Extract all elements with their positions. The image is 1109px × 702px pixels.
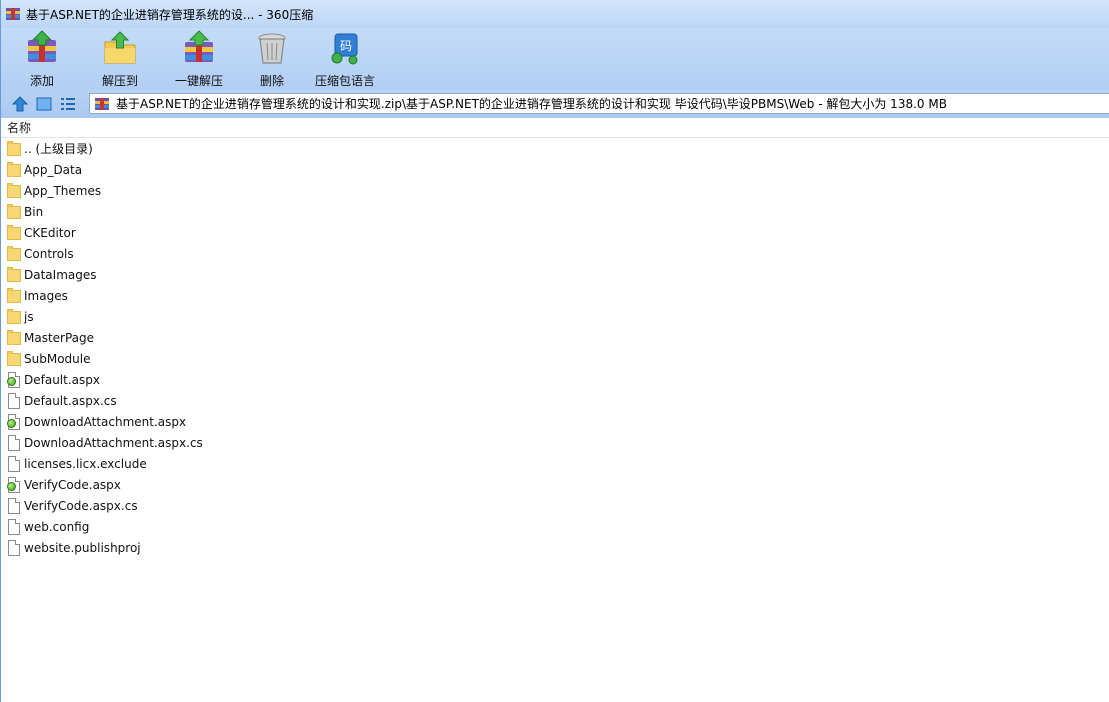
delete-icon xyxy=(254,30,290,66)
file-row[interactable]: licenses.licx.exclude xyxy=(1,453,1109,474)
one-click-extract-button-label: 一键解压 xyxy=(174,74,223,88)
up-arrow-icon[interactable] xyxy=(10,94,30,114)
folder-row[interactable]: CKEditor xyxy=(1,222,1109,243)
file-row[interactable]: DownloadAttachment.aspx.cs xyxy=(1,432,1109,453)
file-row[interactable]: VerifyCode.aspx.cs xyxy=(1,495,1109,516)
folder-row[interactable]: MasterPage xyxy=(1,327,1109,348)
folder-icon xyxy=(7,329,21,346)
file-list: .. (上级目录) App_Data App_Themes Bin CKEditor Co… xyxy=(1,138,1109,558)
folder-row[interactable]: js xyxy=(1,306,1109,327)
path-field[interactable]: 基于ASP.NET的企业进销存管理系统的设计和实现.zip\基于ASP.NET的… xyxy=(89,93,1109,114)
file-name: web.config xyxy=(24,519,90,534)
column-header-name[interactable]: 名称 xyxy=(1,118,1109,138)
file-name: Controls xyxy=(24,246,74,261)
svg-text:码: 码 xyxy=(340,39,352,53)
file-name: VerifyCode.aspx xyxy=(24,477,121,492)
file-name: App_Themes xyxy=(24,183,102,198)
folder-row[interactable]: DataImages xyxy=(1,264,1109,285)
one-click-extract-button[interactable]: 一键解压 xyxy=(169,28,229,88)
file-name: SubModule xyxy=(24,351,91,366)
extract-to-button[interactable]: 解压到 xyxy=(95,28,145,88)
app-logo-icon xyxy=(5,6,21,22)
aspx-file-icon xyxy=(7,371,21,388)
aspx-file-icon xyxy=(7,476,21,493)
file-name: CKEditor xyxy=(24,225,76,240)
file-icon xyxy=(7,518,21,535)
title-bar[interactable]: 基于ASP.NET的企业进销存管理系统的设... - 360压缩 xyxy=(1,0,1109,28)
archive-language-button-label: 压缩包语言 xyxy=(314,74,375,88)
folder-icon xyxy=(7,308,21,325)
file-row[interactable]: VerifyCode.aspx xyxy=(1,474,1109,495)
delete-button-label: 删除 xyxy=(259,74,284,88)
window-title: 基于ASP.NET的企业进销存管理系统的设... - 360压缩 xyxy=(26,7,314,22)
one-click-extract-icon xyxy=(181,30,217,66)
archive-icon xyxy=(94,96,110,112)
file-row[interactable]: Default.aspx xyxy=(1,369,1109,390)
thumbnail-view-icon[interactable] xyxy=(34,94,54,114)
folder-icon xyxy=(7,287,21,304)
path-text: 基于ASP.NET的企业进销存管理系统的设计和实现.zip\基于ASP.NET的… xyxy=(116,97,947,111)
toolbar: 添加 解压到 一键解压 删除 码 压缩包语言 xyxy=(1,28,1109,90)
file-name: DownloadAttachment.aspx.cs xyxy=(24,435,203,450)
folder-icon xyxy=(7,182,21,199)
file-icon xyxy=(7,455,21,472)
file-icon xyxy=(7,539,21,556)
folder-icon xyxy=(7,224,21,241)
file-name: DataImages xyxy=(24,267,97,282)
file-name: MasterPage xyxy=(24,330,95,345)
app-window: 基于ASP.NET的企业进销存管理系统的设... - 360压缩 添加 解压到 … xyxy=(0,0,1109,702)
file-list-panel: 名称 .. (上级目录) App_Data App_Themes Bin CKEdito… xyxy=(1,118,1109,702)
file-name: Default.aspx.cs xyxy=(24,393,117,408)
extract-to-button-label: 解压到 xyxy=(101,74,138,88)
add-button-label: 添加 xyxy=(29,74,54,88)
folder-row[interactable]: Bin xyxy=(1,201,1109,222)
folder-row[interactable]: App_Data xyxy=(1,159,1109,180)
file-icon xyxy=(7,497,21,514)
archive-language-button[interactable]: 码 压缩包语言 xyxy=(309,28,381,88)
folder-row[interactable]: SubModule xyxy=(1,348,1109,369)
list-view-icon[interactable] xyxy=(58,94,78,114)
file-icon xyxy=(7,392,21,409)
folder-row[interactable]: Controls xyxy=(1,243,1109,264)
aspx-file-icon xyxy=(7,413,21,430)
file-name: js xyxy=(24,309,34,324)
file-row[interactable]: DownloadAttachment.aspx xyxy=(1,411,1109,432)
folder-icon xyxy=(7,350,21,367)
file-name: website.publishproj xyxy=(24,540,141,555)
file-name: Bin xyxy=(24,204,44,219)
folder-icon xyxy=(7,161,21,178)
file-name: VerifyCode.aspx.cs xyxy=(24,498,138,513)
file-icon xyxy=(7,434,21,451)
folder-row[interactable]: .. (上级目录) xyxy=(1,138,1109,159)
archive-language-icon: 码 xyxy=(327,30,363,66)
add-button[interactable]: 添加 xyxy=(19,28,65,88)
extract-to-icon xyxy=(102,30,138,66)
folder-row[interactable]: App_Themes xyxy=(1,180,1109,201)
folder-icon xyxy=(7,245,21,262)
file-name: App_Data xyxy=(24,162,83,177)
file-name: DownloadAttachment.aspx xyxy=(24,414,187,429)
file-name: .. (上级目录) xyxy=(24,142,93,156)
folder-icon xyxy=(7,203,21,220)
file-row[interactable]: web.config xyxy=(1,516,1109,537)
folder-row[interactable]: Images xyxy=(1,285,1109,306)
add-archive-icon xyxy=(24,30,60,66)
folder-icon xyxy=(7,266,21,283)
file-name: Images xyxy=(24,288,68,303)
file-name: licenses.licx.exclude xyxy=(24,456,147,471)
address-bar: 基于ASP.NET的企业进销存管理系统的设计和实现.zip\基于ASP.NET的… xyxy=(1,90,1109,118)
file-row[interactable]: Default.aspx.cs xyxy=(1,390,1109,411)
file-row[interactable]: website.publishproj xyxy=(1,537,1109,558)
folder-icon xyxy=(7,140,21,157)
file-name: Default.aspx xyxy=(24,372,100,387)
delete-button[interactable]: 删除 xyxy=(247,28,297,88)
